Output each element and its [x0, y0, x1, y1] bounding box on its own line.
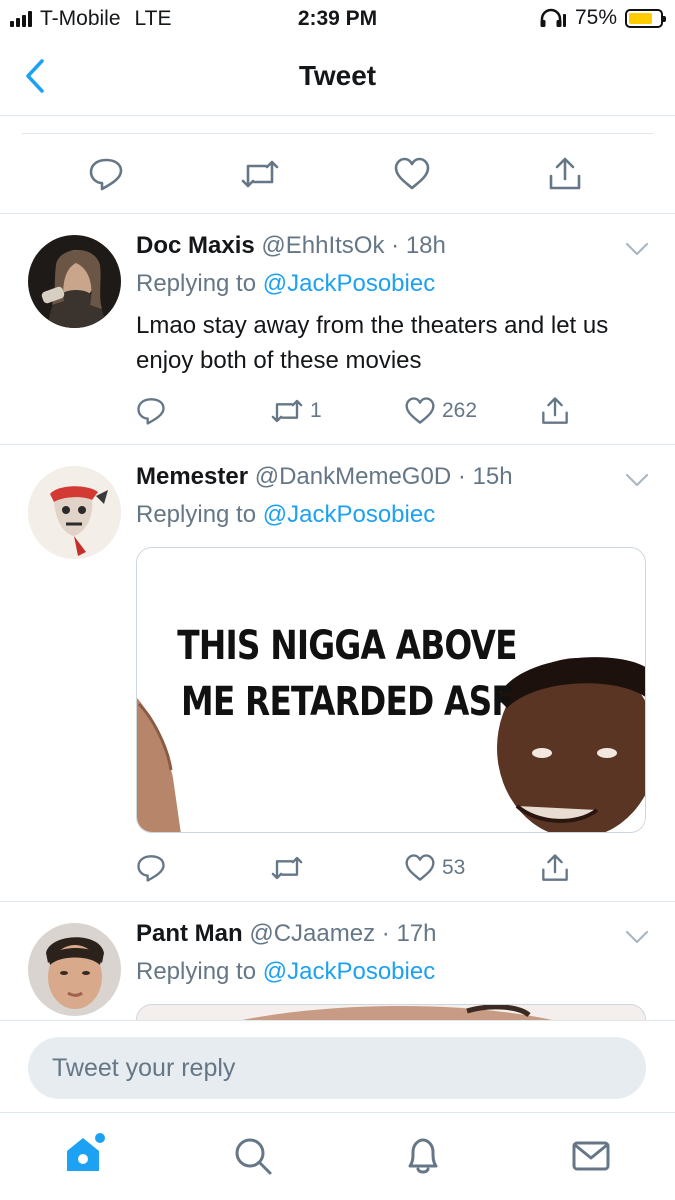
avatar[interactable] — [28, 235, 121, 328]
reply-icon — [137, 398, 165, 425]
reply-button[interactable] — [136, 396, 166, 426]
replying-prefix: Replying to — [136, 958, 257, 985]
tweet-header: Pant Man @CJaamez · 17h — [136, 920, 436, 948]
battery-percent: 75% — [574, 6, 617, 29]
battery-icon — [625, 8, 666, 28]
tweet-actions: 53 — [136, 853, 576, 883]
retweet-button[interactable]: 1 — [270, 396, 322, 426]
timestamp: 18h — [405, 232, 446, 259]
heart-icon — [405, 854, 435, 881]
share-icon — [542, 397, 568, 424]
chevron-down-icon[interactable] — [625, 473, 649, 487]
replying-to: Replying to @JackPosobiec — [136, 501, 435, 529]
status-right: 75% — [539, 6, 666, 30]
like-count: 53 — [442, 856, 466, 879]
retweet-icon — [271, 399, 303, 423]
reply-icon[interactable] — [88, 156, 124, 192]
timestamp: 17h — [396, 920, 437, 947]
nav-bar: Tweet — [0, 40, 675, 116]
tab-bar — [0, 1112, 675, 1200]
mail-icon[interactable] — [570, 1135, 612, 1177]
mention-link[interactable]: @JackPosobiec — [263, 501, 435, 528]
retweet-count: 1 — [310, 399, 322, 422]
status-bar: T-Mobile LTE 2:39 PM 75% — [0, 0, 675, 38]
separator-dot: · — [381, 920, 390, 947]
reply-button[interactable] — [136, 853, 166, 883]
separator-dot: · — [457, 463, 466, 490]
reply-tweet[interactable]: Doc Maxis @EhhItsOk · 18h Replying to @J… — [0, 214, 675, 445]
tweet-text: Lmao stay away from the theaters and let… — [136, 312, 609, 374]
mention-link[interactable]: @JackPosobiec — [263, 270, 435, 297]
user-handle: @EhhItsOk — [261, 232, 385, 259]
like-count: 262 — [442, 399, 478, 422]
share-button[interactable] — [540, 396, 570, 426]
tweet-header: Doc Maxis @EhhItsOk · 18h — [136, 232, 446, 260]
retweet-icon — [271, 856, 303, 880]
heart-icon — [405, 397, 435, 424]
reply-tweet[interactable]: Pant Man @CJaamez · 17h Replying to @Jac… — [0, 902, 675, 1020]
bell-icon[interactable] — [402, 1135, 444, 1177]
media-preview — [137, 1005, 645, 1020]
reply-input[interactable] — [28, 1037, 646, 1099]
share-icon — [542, 854, 568, 881]
reply-tweet[interactable]: Memester @DankMemeG0D · 15h Replying to … — [0, 445, 675, 902]
tweet-actions: 1 262 — [136, 396, 576, 426]
home-icon[interactable] — [62, 1131, 108, 1177]
mention-link[interactable]: @JackPosobiec — [263, 958, 435, 985]
like-button[interactable]: 262 — [404, 396, 477, 426]
display-name[interactable]: Pant Man — [136, 920, 243, 947]
headphones-icon — [540, 8, 566, 27]
meme-caption: THIS NIGGA ABOVE ME RETARDED ASF — [177, 623, 517, 725]
user-handle: @DankMemeG0D — [254, 463, 452, 490]
display-name[interactable]: Doc Maxis — [136, 232, 255, 259]
replying-to: Replying to @JackPosobiec — [136, 958, 435, 986]
search-icon[interactable] — [232, 1135, 274, 1177]
retweet-button[interactable] — [270, 853, 304, 883]
tweet-header: Memester @DankMemeG0D · 15h — [136, 463, 513, 491]
reply-icon — [137, 855, 165, 882]
replying-prefix: Replying to — [136, 501, 257, 528]
avatar[interactable] — [28, 466, 121, 559]
like-button[interactable]: 53 — [404, 853, 465, 883]
retweet-icon[interactable] — [240, 156, 280, 192]
heart-icon[interactable] — [393, 156, 431, 192]
share-button[interactable] — [540, 853, 570, 883]
avatar[interactable] — [28, 923, 121, 1016]
divider — [22, 133, 653, 134]
tweet-media-image[interactable]: THIS NIGGA ABOVE ME RETARDED ASF — [136, 547, 646, 833]
user-handle: @CJaamez — [249, 920, 376, 947]
chevron-down-icon[interactable] — [625, 930, 649, 944]
replying-prefix: Replying to — [136, 270, 257, 297]
tweet-media-image[interactable] — [136, 1004, 646, 1020]
display-name[interactable]: Memester — [136, 463, 248, 490]
separator-dot: · — [391, 232, 400, 259]
share-icon[interactable] — [547, 156, 583, 192]
chevron-down-icon[interactable] — [625, 242, 649, 256]
replying-to: Replying to @JackPosobiec — [136, 270, 435, 298]
reply-composer — [0, 1020, 675, 1112]
main-tweet-actions — [0, 116, 675, 214]
page-title: Tweet — [298, 60, 377, 91]
timestamp: 15h — [472, 463, 513, 490]
